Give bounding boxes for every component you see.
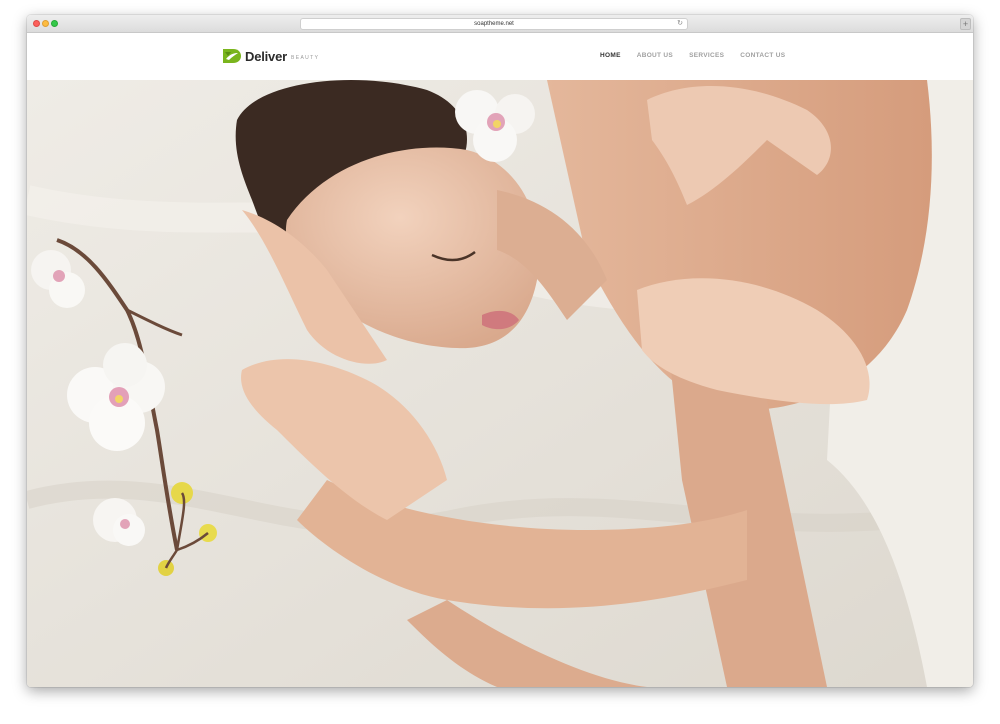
logo-wordmark: Deliver: [245, 48, 287, 64]
leaf-logo-icon: [223, 49, 241, 63]
browser-window: soaptheme.net ↻ + Deliver BEAUTY HOME AB…: [27, 15, 973, 687]
main-navigation: HOME ABOUT US SERVICES CONTACT US: [600, 52, 801, 59]
maximize-window-button[interactable]: [51, 20, 58, 27]
logo-tagline: BEAUTY: [290, 55, 320, 61]
address-bar-url: soaptheme.net: [474, 21, 514, 27]
browser-toolbar: soaptheme.net ↻ +: [27, 15, 973, 33]
new-tab-button[interactable]: +: [960, 18, 971, 30]
site-header: Deliver BEAUTY HOME ABOUT US SERVICES CO…: [27, 33, 973, 80]
spa-massage-photo-icon: [27, 80, 973, 687]
hero-image: [27, 80, 973, 687]
close-window-button[interactable]: [33, 20, 40, 27]
reload-icon[interactable]: ↻: [677, 19, 683, 29]
site-logo[interactable]: Deliver BEAUTY: [222, 46, 319, 66]
nav-item-contact-us[interactable]: CONTACT US: [740, 52, 785, 59]
nav-item-about-us[interactable]: ABOUT US: [637, 52, 673, 59]
nav-item-home[interactable]: HOME: [600, 52, 621, 59]
nav-item-services[interactable]: SERVICES: [689, 52, 724, 59]
address-bar[interactable]: soaptheme.net ↻: [300, 18, 688, 30]
minimize-window-button[interactable]: [42, 20, 49, 27]
